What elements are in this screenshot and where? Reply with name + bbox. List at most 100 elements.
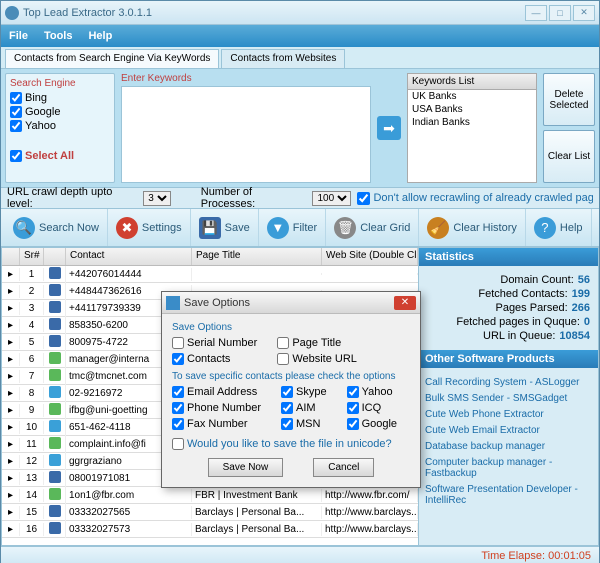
filter-button[interactable]: ▼Filter	[259, 209, 326, 246]
product-link[interactable]: Computer backup manager - Fastbackup	[425, 457, 592, 479]
app-window: Top Lead Extractor 3.0.1.1 — □ ✕ File To…	[0, 0, 600, 563]
product-link[interactable]: Cute Web Email Extractor	[425, 425, 592, 436]
clear-history-button[interactable]: 🧹Clear History	[419, 209, 526, 246]
crawl-depth-label: URL crawl depth upto level:	[7, 186, 137, 210]
engine-yahoo[interactable]: Yahoo	[10, 120, 110, 132]
chk-contacts[interactable]: Contacts	[172, 353, 257, 365]
keywords-header: Enter Keywords	[121, 73, 371, 84]
save-icon: 💾	[199, 217, 221, 239]
keyword-buttons: Delete Selected Clear List	[543, 73, 595, 183]
help-button[interactable]: ?Help	[526, 209, 592, 246]
keywords-list-panel: Keywords List UK Banks USA Banks Indian …	[407, 73, 537, 183]
clear-list-button[interactable]: Clear List	[543, 130, 595, 183]
help-icon: ?	[534, 217, 556, 239]
minimize-button[interactable]: —	[525, 5, 547, 21]
clear-grid-button[interactable]: 🗑Clear Grid	[326, 209, 419, 246]
product-link[interactable]: Database backup manager	[425, 441, 592, 452]
close-button[interactable]: ✕	[573, 5, 595, 21]
chk-pagetitle[interactable]: Page Title	[277, 337, 357, 349]
tab-search-engine[interactable]: Contacts from Search Engine Via KeyWords	[5, 49, 219, 68]
search-row: Search Engine Bing Google Yahoo Select A…	[1, 69, 599, 187]
statusbar: Time Elapse: 00:01:05	[1, 546, 599, 563]
chk-phone[interactable]: Phone Number	[172, 402, 261, 414]
app-icon	[5, 6, 19, 20]
maximize-button[interactable]: □	[549, 5, 571, 21]
delete-selected-button[interactable]: Delete Selected	[543, 73, 595, 126]
titlebar: Top Lead Extractor 3.0.1.1 — □ ✕	[1, 1, 599, 25]
product-link[interactable]: Bulk SMS Sender - SMSGadget	[425, 393, 592, 404]
products-list: Call Recording System - ASLogger Bulk SMS…	[419, 368, 598, 515]
search-engine-header: Search Engine	[10, 78, 110, 89]
keywords-input[interactable]	[121, 86, 371, 183]
menu-help[interactable]: Help	[88, 30, 112, 42]
col-site[interactable]: Web Site (Double Click)	[322, 248, 418, 265]
cancel-button[interactable]: Cancel	[313, 458, 374, 477]
chk-icq[interactable]: ICQ	[347, 402, 397, 414]
broom-icon: 🧹	[427, 217, 449, 239]
col-contact[interactable]: Contact	[66, 248, 192, 265]
search-icon: 🔍	[13, 217, 35, 239]
search-now-button[interactable]: 🔍Search Now	[5, 209, 108, 246]
list-item[interactable]: USA Banks	[408, 103, 536, 116]
processes-label: Number of Processes:	[201, 186, 307, 210]
save-icon	[166, 296, 180, 310]
product-link[interactable]: Call Recording System - ASLogger	[425, 377, 592, 388]
stats-header: Statistics	[419, 248, 598, 266]
chk-msn[interactable]: MSN	[281, 418, 327, 430]
grid-header: Sr# Contact Page Title Web Site (Double …	[2, 248, 418, 266]
table-row[interactable]: ▸141on1@fbr.comFBR | Investment Bankhttp…	[2, 487, 418, 504]
chk-serial[interactable]: Serial Number	[172, 337, 257, 349]
col-page[interactable]: Page Title	[192, 248, 322, 265]
chk-websiteurl[interactable]: Website URL	[277, 353, 357, 365]
engine-bing[interactable]: Bing	[10, 92, 110, 104]
tabs: Contacts from Search Engine Via KeyWords…	[1, 47, 599, 69]
col-sr[interactable]: Sr#	[20, 248, 44, 265]
trash-icon: 🗑	[334, 217, 356, 239]
chk-google[interactable]: Google	[347, 418, 397, 430]
processes-select[interactable]: 100	[312, 191, 351, 206]
chk-aim[interactable]: AIM	[281, 402, 327, 414]
tab-websites[interactable]: Contacts from Websites	[221, 49, 345, 68]
menubar: File Tools Help	[1, 25, 599, 47]
table-row[interactable]: ▸1603332027573Barclays | Personal Ba...h…	[2, 521, 418, 538]
time-elapse: Time Elapse: 00:01:05	[481, 550, 591, 562]
crawl-row: URL crawl depth upto level: 3 Number of …	[1, 187, 599, 209]
specific-contacts-header: To save specific contacts please check t…	[172, 371, 410, 382]
keywords-list-header: Keywords List	[407, 73, 537, 90]
dialog-body: Save Options Serial Number Contacts Page…	[162, 314, 420, 487]
table-row[interactable]: ▸1+442076014444	[2, 266, 418, 283]
right-panel: Statistics Domain Count:56 Fetched Conta…	[419, 247, 599, 546]
app-title: Top Lead Extractor 3.0.1.1	[23, 7, 152, 19]
keywords-list[interactable]: UK Banks USA Banks Indian Banks	[407, 90, 537, 183]
engine-google[interactable]: Google	[10, 106, 110, 118]
dialog-titlebar: Save Options ✕	[162, 292, 420, 314]
settings-button[interactable]: ✖Settings	[108, 209, 191, 246]
save-options-header: Save Options	[172, 322, 410, 333]
table-row[interactable]: ▸1503332027565Barclays | Personal Ba...h…	[2, 504, 418, 521]
chk-fax[interactable]: Fax Number	[172, 418, 261, 430]
save-now-button[interactable]: Save Now	[208, 458, 284, 477]
save-button[interactable]: 💾Save	[191, 209, 259, 246]
keywords-panel: Enter Keywords	[121, 73, 371, 183]
product-link[interactable]: Software Presentation Developer - Intell…	[425, 484, 592, 506]
product-link[interactable]: Cute Web Phone Extractor	[425, 409, 592, 420]
save-options-dialog: Save Options ✕ Save Options Serial Numbe…	[161, 291, 421, 488]
dialog-close-button[interactable]: ✕	[394, 296, 416, 310]
chk-yahoo[interactable]: Yahoo	[347, 386, 397, 398]
select-all[interactable]: Select All	[10, 150, 110, 162]
chk-email[interactable]: Email Address	[172, 386, 261, 398]
chk-skype[interactable]: Skype	[281, 386, 327, 398]
stats-body: Domain Count:56 Fetched Contacts:199 Pag…	[419, 266, 598, 350]
list-item[interactable]: Indian Banks	[408, 116, 536, 129]
menu-tools[interactable]: Tools	[44, 30, 73, 42]
list-item[interactable]: UK Banks	[408, 90, 536, 103]
add-keyword-button[interactable]: ➡	[377, 116, 401, 140]
settings-icon: ✖	[116, 217, 138, 239]
menu-file[interactable]: File	[9, 30, 28, 42]
chk-unicode[interactable]: Would you like to save the file in unico…	[172, 438, 410, 450]
toolbar: 🔍Search Now ✖Settings 💾Save ▼Filter 🗑Cle…	[1, 209, 599, 247]
crawl-depth-select[interactable]: 3	[143, 191, 171, 206]
search-engine-panel: Search Engine Bing Google Yahoo Select A…	[5, 73, 115, 183]
recrawl-checkbox[interactable]: Don't allow recrawling of already crawle…	[357, 192, 593, 205]
filter-icon: ▼	[267, 217, 289, 239]
